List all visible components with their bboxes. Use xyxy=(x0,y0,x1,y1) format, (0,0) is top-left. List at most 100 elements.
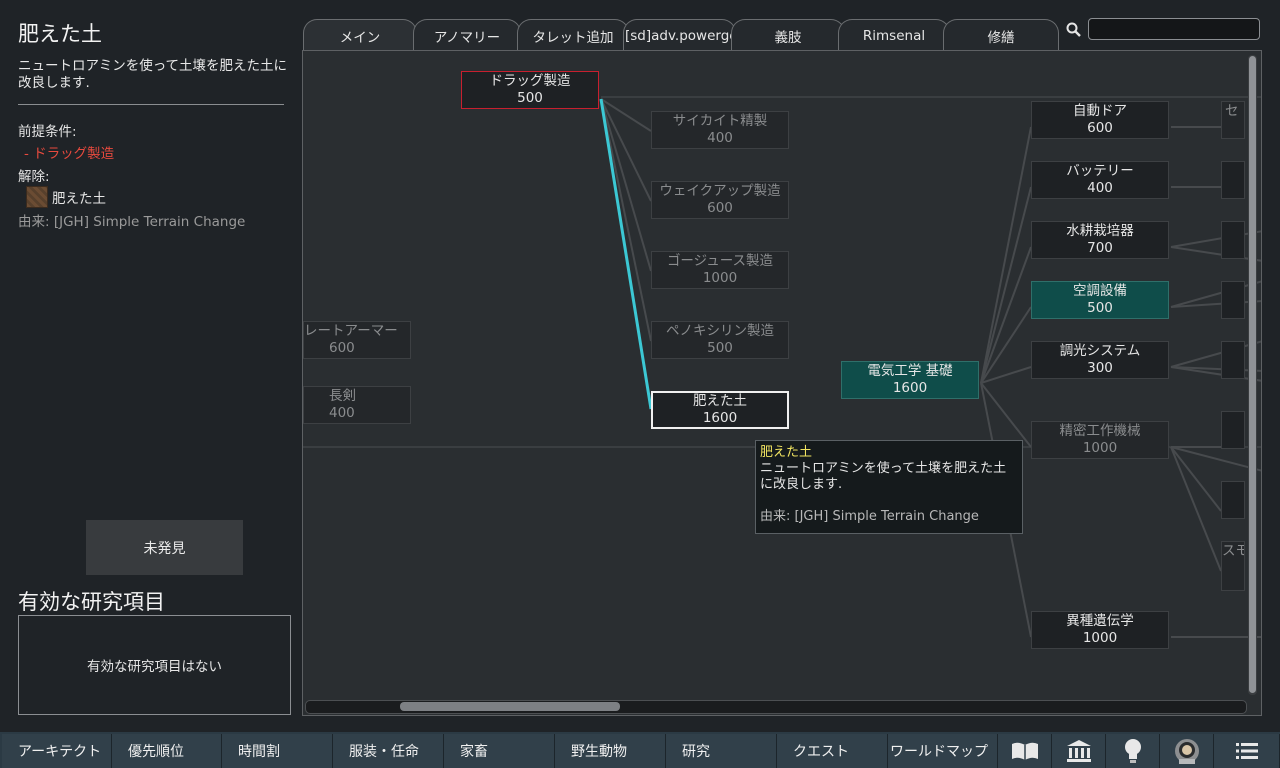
node-label: ゴージュース製造 xyxy=(666,253,774,269)
prerequisites-header: 前提条件: xyxy=(18,124,77,140)
node-air-conditioning[interactable]: 空調設備 500 xyxy=(1031,281,1169,319)
bottom-tab-world[interactable]: ワールドマップ xyxy=(888,734,998,768)
tooltip-title: 肥えた土 xyxy=(760,445,813,460)
node-offscreen[interactable] xyxy=(1221,281,1245,319)
prerequisite-item[interactable]: - ドラッグ製造 xyxy=(24,142,114,162)
node-cost: 1600 xyxy=(892,380,928,396)
node-cost: 1000 xyxy=(702,270,738,286)
tab-adv-powergen[interactable]: [sd]adv.powergen xyxy=(623,19,736,51)
node-offscreen[interactable] xyxy=(1221,221,1245,259)
bottom-tab-research[interactable]: 研究 xyxy=(666,734,777,768)
node-cost: 700 xyxy=(1087,240,1113,256)
search-input[interactable] xyxy=(1088,18,1260,40)
soil-icon xyxy=(26,186,48,208)
tab-main[interactable]: メイン xyxy=(303,19,417,51)
bottom-tab-quests[interactable]: クエスト xyxy=(777,734,888,768)
bottom-tab-assign[interactable]: 服装・任命 xyxy=(333,734,444,768)
bottom-tab-architect[interactable]: アーキテクト xyxy=(2,734,112,768)
node-label: 自動ドア xyxy=(1073,103,1127,119)
tooltip-description: ニュートロアミンを使って土壌を肥えた土に改良します. xyxy=(760,461,1007,492)
tab-repair[interactable]: 修繕 xyxy=(943,19,1059,51)
menu-icon[interactable] xyxy=(1214,734,1280,768)
node-label: ウェイクアップ製造 xyxy=(659,183,781,199)
node-cost: 1000 xyxy=(1082,630,1118,646)
node-psychite[interactable]: サイカイト精製 400 xyxy=(651,111,789,149)
node-cost: 1600 xyxy=(702,410,738,426)
node-offscreen[interactable] xyxy=(1221,481,1245,519)
node-label: 精密工作機械 xyxy=(1059,423,1141,439)
node-label: スモ xyxy=(1222,543,1244,559)
node-offscreen[interactable] xyxy=(1221,161,1245,199)
node-penoxycyline[interactable]: ペノキシリン製造 500 xyxy=(651,321,789,359)
tab-rimsenal[interactable]: Rimsenal xyxy=(838,19,950,51)
divider xyxy=(18,104,284,105)
vertical-scroll-thumb[interactable] xyxy=(1249,56,1256,693)
node-label: バッテリー xyxy=(1066,163,1134,179)
node-cost: 500 xyxy=(707,340,733,356)
node-label: 調光システム xyxy=(1059,343,1141,359)
source-mod: 由来: [JGH] Simple Terrain Change xyxy=(18,214,246,230)
node-offscreen[interactable]: セ xyxy=(1221,101,1245,139)
node-cost: 600 xyxy=(707,200,733,216)
unlocks-header: 解除: xyxy=(18,169,50,185)
node-cost: 500 xyxy=(517,90,543,106)
tooltip: 肥えた土 ニュートロアミンを使って土壌を肥えた土に改良します. 由来: [JGH… xyxy=(755,440,1023,534)
bottom-tab-animals[interactable]: 家畜 xyxy=(444,734,555,768)
undiscovered-button[interactable]: 未発見 xyxy=(86,520,243,575)
node-label: 異種遺伝学 xyxy=(1066,613,1134,629)
node-fertile-soil[interactable]: 肥えた土 1600 xyxy=(651,391,789,429)
active-research-empty: 有効な研究項目はない xyxy=(87,659,222,675)
selected-project-title: 肥えた土 xyxy=(18,22,102,46)
node-cost: 400 xyxy=(1087,180,1113,196)
node-cost: 300 xyxy=(1087,360,1113,376)
tab-prosthetics[interactable]: 義肢 xyxy=(731,19,845,51)
node-label: 肥えた土 xyxy=(693,393,747,409)
node-label: ペノキシリン製造 xyxy=(666,323,774,339)
tab-turrets[interactable]: タレット追加 xyxy=(517,19,629,51)
node-cost: 600 xyxy=(1087,120,1113,136)
node-offscreen[interactable]: スモ xyxy=(1221,541,1245,591)
active-research-list: 有効な研究項目はない xyxy=(18,615,291,715)
active-research-header: 有効な研究項目 xyxy=(18,590,165,614)
node-offscreen[interactable] xyxy=(1221,411,1245,449)
node-plate-armor[interactable]: レートアーマー 600 xyxy=(303,321,411,359)
node-label: セ xyxy=(1225,103,1239,119)
node-autodoor[interactable]: 自動ドア 600 xyxy=(1031,101,1169,139)
lightbulb-icon[interactable] xyxy=(1106,734,1160,768)
search-icon xyxy=(1066,22,1081,37)
node-label: レートアーマー xyxy=(304,323,398,339)
unlock-item[interactable]: 肥えた土 xyxy=(52,187,106,207)
node-cost: 1000 xyxy=(1082,440,1118,456)
bottom-tab-work[interactable]: 優先順位 xyxy=(112,734,222,768)
node-hydroponics[interactable]: 水耕栽培器 700 xyxy=(1031,221,1169,259)
node-label: ドラッグ製造 xyxy=(489,73,571,89)
node-longsword[interactable]: 長剣 400 xyxy=(303,386,411,424)
bottom-tab-wildlife[interactable]: 野生動物 xyxy=(555,734,666,768)
node-offscreen[interactable] xyxy=(1221,341,1245,379)
node-cost: 400 xyxy=(329,405,355,421)
node-cost: 500 xyxy=(1087,300,1113,316)
book-icon[interactable] xyxy=(998,734,1052,768)
node-xenogenetics[interactable]: 異種遺伝学 1000 xyxy=(1031,611,1169,649)
selected-project-description: ニュートロアミンを使って土壌を肥えた土に改良します. xyxy=(18,58,288,91)
node-label: 水耕栽培器 xyxy=(1066,223,1134,239)
node-gojuice[interactable]: ゴージュース製造 1000 xyxy=(651,251,789,289)
astronaut-icon[interactable] xyxy=(1160,734,1214,768)
node-drug-production[interactable]: ドラッグ製造 500 xyxy=(461,71,599,109)
tooltip-source: 由来: [JGH] Simple Terrain Change xyxy=(760,509,979,524)
tab-anomaly[interactable]: アノマリー xyxy=(413,19,521,51)
horizontal-scroll-thumb[interactable] xyxy=(400,702,620,711)
node-label: 空調設備 xyxy=(1073,283,1127,299)
museum-icon[interactable] xyxy=(1052,734,1106,768)
node-machining[interactable]: 精密工作機械 1000 xyxy=(1031,421,1169,459)
node-electricity[interactable]: 電気工学 基礎 1600 xyxy=(841,361,979,399)
node-label: 電気工学 基礎 xyxy=(867,363,953,379)
node-dimmer[interactable]: 調光システム 300 xyxy=(1031,341,1169,379)
node-cost: 600 xyxy=(329,340,355,356)
node-label: 長剣 xyxy=(329,388,356,404)
node-label: サイカイト精製 xyxy=(672,113,768,129)
node-battery[interactable]: バッテリー 400 xyxy=(1031,161,1169,199)
bottom-tab-schedule[interactable]: 時間割 xyxy=(222,734,333,768)
node-wakeup[interactable]: ウェイクアップ製造 600 xyxy=(651,181,789,219)
node-cost: 400 xyxy=(707,130,733,146)
